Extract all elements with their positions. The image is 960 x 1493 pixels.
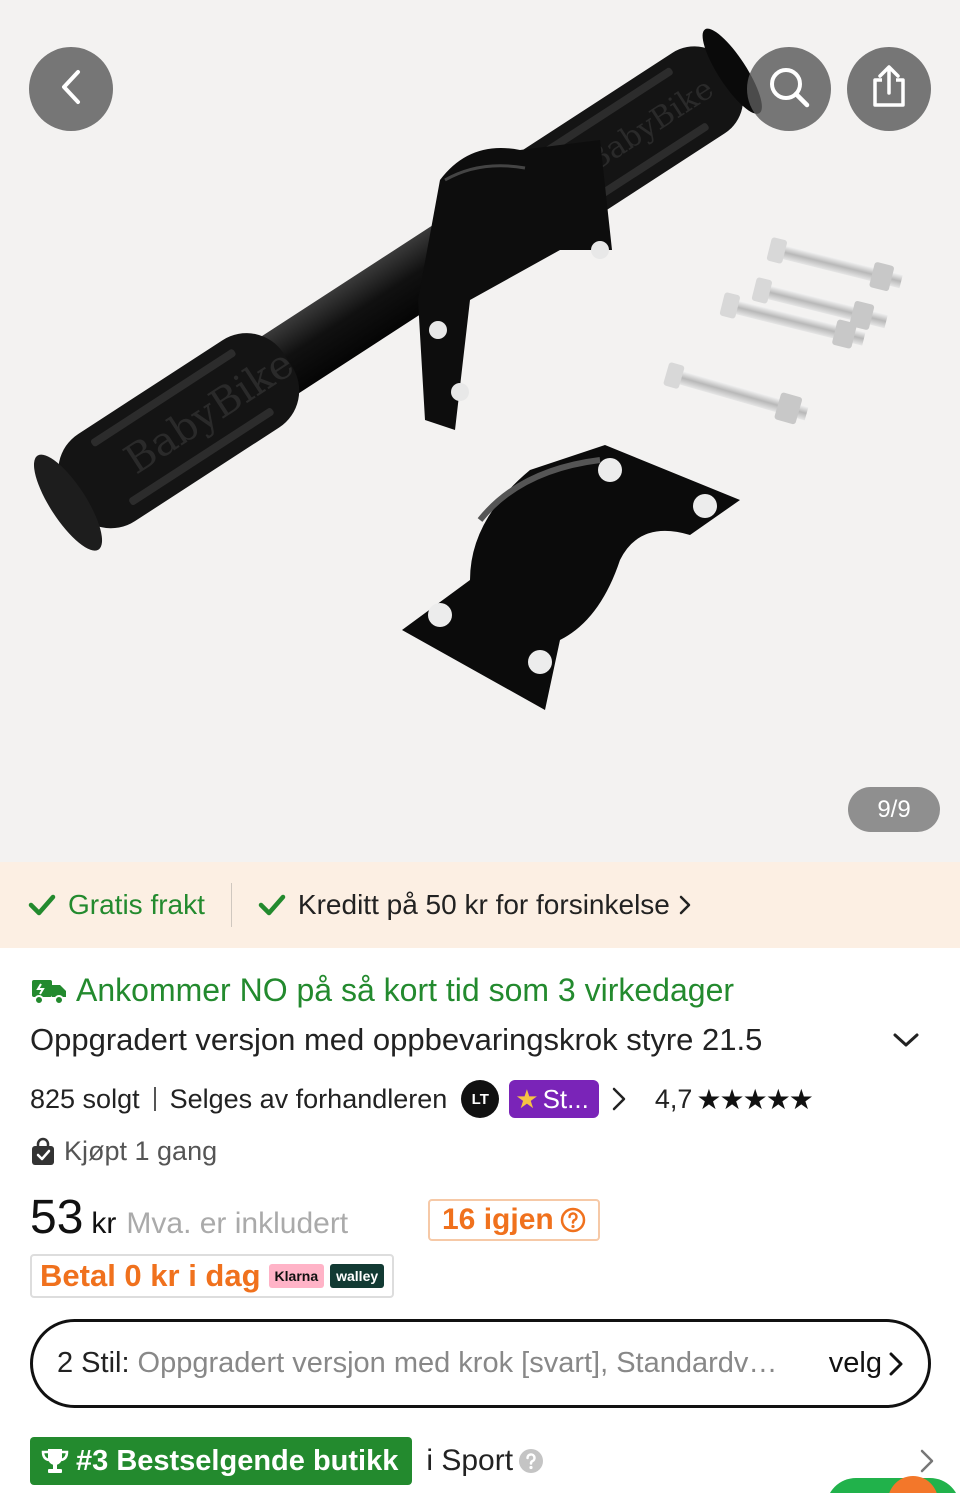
chevron-right-icon[interactable]	[611, 1086, 627, 1112]
delay-credit-benefit[interactable]: Kreditt på 50 kr for forsinkelse	[258, 889, 692, 921]
image-counter: 9/9	[848, 787, 940, 832]
chevron-right-icon[interactable]	[919, 1448, 935, 1474]
product-title: Oppgradert versjon med oppbevaringskrok …	[30, 1022, 763, 1057]
vat-note: Mva. er inkludert	[126, 1207, 349, 1240]
sold-count: 825 solgt	[30, 1083, 140, 1114]
store-logo[interactable]: LT	[461, 1080, 500, 1118]
stock-badge[interactable]: 16 igjen	[428, 1199, 600, 1241]
benefit-divider	[230, 883, 232, 927]
pay-later-banner[interactable]: Betal 0 kr i dag Klarna walley	[30, 1254, 395, 1298]
product-title-row[interactable]: Oppgradert versjon med oppbevaringskrok …	[30, 1022, 930, 1058]
bag-icon	[30, 1137, 56, 1167]
product-image: BabyBike BabyBike	[33, 28, 903, 710]
chevron-down-icon[interactable]	[892, 1031, 920, 1049]
bestseller-badge: #3 Bestselgende butikk	[30, 1437, 413, 1485]
stock-text: 16 igjen	[442, 1203, 554, 1236]
purchase-history-text: Kjøpt 1 gang	[64, 1136, 218, 1166]
star-store-badge[interactable]: ★ St...	[509, 1080, 599, 1118]
benefits-strip[interactable]: Gratis frakt Kreditt på 50 kr for forsin…	[0, 862, 960, 948]
ranking-category: i Sport	[426, 1444, 545, 1478]
truck-icon	[30, 976, 68, 1006]
chevron-right-icon	[678, 894, 692, 916]
select-style-button[interactable]: velg	[829, 1347, 904, 1380]
rating-stars: ★★★★★	[696, 1083, 814, 1115]
ranking-row[interactable]: #3 Bestselgende butikk i Sport	[30, 1436, 935, 1486]
check-icon	[28, 893, 56, 917]
style-selector[interactable]: 2 Stil: Oppgradert versjon med krok [sva…	[30, 1319, 931, 1408]
share-button[interactable]	[847, 47, 931, 131]
bestseller-text: #3 Bestselgende butikk	[76, 1444, 399, 1477]
trophy-icon	[40, 1446, 70, 1476]
klarna-logo: Klarna	[268, 1264, 325, 1288]
chevron-right-icon	[888, 1351, 904, 1377]
chevron-left-icon	[56, 67, 86, 112]
help-icon[interactable]	[517, 1447, 545, 1475]
divider	[153, 1087, 156, 1111]
price-row: 53 kr Mva. er inkludert	[30, 1190, 348, 1245]
pay-later-text: Betal 0 kr i dag	[40, 1258, 261, 1293]
rating-value: 4,7	[654, 1083, 693, 1114]
free-shipping-label: Gratis frakt	[68, 889, 205, 920]
price-amount: 53	[30, 1191, 84, 1244]
star-store-label: St...	[542, 1083, 589, 1114]
select-style-label: velg	[828, 1347, 882, 1379]
walley-logo: walley	[330, 1264, 385, 1288]
sold-by-label: Selges av forhandleren	[169, 1083, 448, 1114]
purchase-history: Kjøpt 1 gang	[30, 1136, 217, 1167]
delivery-estimate: Ankommer NO på så kort tid som 3 virkeda…	[30, 972, 734, 1009]
back-button[interactable]	[29, 47, 113, 131]
product-image-gallery[interactable]: BabyBike BabyBike 9/9	[0, 0, 960, 862]
delay-credit-label: Kreditt på 50 kr for forsinkelse	[297, 889, 670, 920]
search-icon	[765, 63, 813, 116]
share-icon	[866, 63, 912, 116]
delivery-text: Ankommer NO på så kort tid som 3 virkeda…	[76, 972, 735, 1008]
star-icon: ★	[515, 1083, 539, 1114]
price-currency: kr	[91, 1207, 117, 1240]
ranking-category-text: i Sport	[426, 1444, 514, 1477]
check-icon	[258, 893, 286, 917]
style-label: 2 Stil:	[57, 1347, 130, 1379]
search-button[interactable]	[747, 47, 831, 131]
help-icon[interactable]	[560, 1207, 586, 1233]
store-rating: 4,7 ★★★★★	[654, 1083, 814, 1116]
free-shipping-benefit: Gratis frakt	[0, 889, 205, 921]
style-value: Oppgradert versjon med krok [svart], Sta…	[137, 1347, 790, 1379]
seller-row[interactable]: 825 solgt Selges av forhandleren LT ★ St.…	[30, 1080, 935, 1118]
